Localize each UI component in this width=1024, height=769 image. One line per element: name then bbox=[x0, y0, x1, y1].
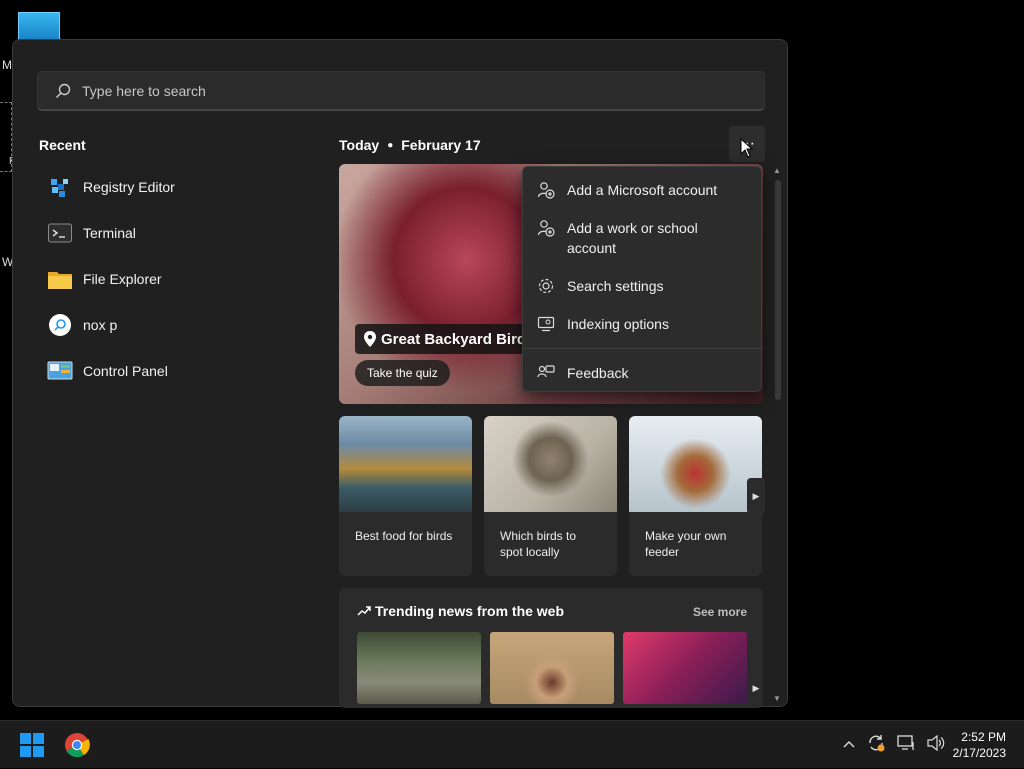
recent-item-file-explorer[interactable]: File Explorer bbox=[39, 256, 309, 302]
more-options-menu: Add a Microsoft account Add a work or sc… bbox=[522, 166, 762, 392]
today-date: February 17 bbox=[401, 137, 481, 153]
update-sync-icon[interactable] bbox=[866, 733, 886, 758]
folder-icon bbox=[47, 266, 73, 292]
clock-date: 2/17/2023 bbox=[952, 746, 1006, 760]
menu-item-label: Add a Microsoft account bbox=[567, 182, 718, 198]
recent-item-label: Terminal bbox=[83, 225, 136, 241]
trending-icon bbox=[357, 606, 371, 616]
card-caption: Which birds to spot locally bbox=[500, 529, 577, 559]
menu-item-label: Add a work or school account bbox=[567, 220, 698, 256]
taskbar: 2:52 PM 2/17/2023 bbox=[0, 720, 1024, 768]
recent-item-label: File Explorer bbox=[83, 271, 162, 287]
card-best-food[interactable]: Best food for birds bbox=[339, 416, 472, 576]
menu-item-label: Indexing options bbox=[567, 316, 669, 332]
indexing-icon bbox=[537, 316, 555, 332]
recent-item-nox-p[interactable]: nox p bbox=[39, 302, 309, 348]
system-tray bbox=[842, 721, 946, 769]
scroll-up-icon[interactable]: ▲ bbox=[773, 166, 781, 175]
windows-logo-icon bbox=[20, 733, 44, 757]
card-image bbox=[339, 416, 472, 512]
recent-list: Registry Editor Terminal File Explorer n… bbox=[39, 164, 309, 394]
card-caption: Best food for birds bbox=[355, 529, 453, 543]
scroll-down-icon[interactable]: ▼ bbox=[773, 694, 781, 703]
today-label: Today bbox=[339, 137, 380, 153]
add-account-icon bbox=[537, 182, 555, 199]
chrome-taskbar-button[interactable] bbox=[59, 727, 95, 763]
menu-add-microsoft-account[interactable]: Add a Microsoft account bbox=[523, 171, 761, 209]
menu-search-settings[interactable]: Search settings bbox=[523, 267, 761, 305]
recent-heading: Recent bbox=[39, 137, 86, 153]
menu-item-label: Feedback bbox=[567, 365, 629, 381]
chrome-icon bbox=[65, 733, 90, 758]
hero-title-chip[interactable]: Great Backyard Bird C bbox=[355, 324, 550, 354]
chevron-right-icon: ▶ bbox=[752, 682, 760, 693]
news-thumbnail[interactable] bbox=[490, 632, 614, 704]
add-account-icon bbox=[537, 220, 555, 237]
recent-item-label: Control Panel bbox=[83, 363, 168, 379]
registry-editor-icon bbox=[47, 174, 73, 200]
search-history-icon bbox=[47, 312, 73, 338]
clock-time: 2:52 PM bbox=[961, 730, 1006, 744]
network-icon[interactable] bbox=[896, 734, 916, 757]
recent-item-label: nox p bbox=[83, 317, 118, 333]
location-pin-icon bbox=[364, 331, 376, 347]
news-thumbnail[interactable] bbox=[357, 632, 481, 704]
start-button[interactable] bbox=[14, 727, 50, 763]
card-make-feeder[interactable]: Make your own feeder bbox=[629, 416, 762, 576]
menu-item-label: Search settings bbox=[567, 278, 664, 294]
separator-dot: ● bbox=[387, 139, 394, 151]
trending-title: Trending news from the web bbox=[375, 603, 565, 619]
see-more-link[interactable]: See more bbox=[693, 605, 747, 619]
recent-item-label: Registry Editor bbox=[83, 179, 175, 195]
card-which-birds[interactable]: Which birds to spot locally bbox=[484, 416, 617, 576]
search-icon bbox=[56, 83, 71, 98]
menu-indexing-options[interactable]: Indexing options bbox=[523, 305, 761, 343]
gear-icon bbox=[538, 278, 554, 294]
trending-section: Trending news from the web See more bbox=[339, 588, 763, 708]
menu-add-work-account[interactable]: Add a work or school account bbox=[523, 209, 761, 267]
trending-thumbnails bbox=[357, 632, 747, 704]
desktop-label-fragment: M bbox=[2, 58, 12, 72]
take-quiz-button[interactable]: Take the quiz bbox=[355, 360, 450, 386]
search-box[interactable] bbox=[37, 71, 765, 111]
trending-heading: Trending news from the web bbox=[357, 603, 564, 619]
feedback-icon bbox=[537, 365, 555, 378]
card-image bbox=[629, 416, 762, 512]
chevron-right-icon: ▶ bbox=[752, 490, 760, 501]
terminal-icon bbox=[47, 220, 73, 246]
scrollbar[interactable]: ▲ ▼ bbox=[773, 166, 781, 706]
news-thumbnail[interactable] bbox=[623, 632, 747, 704]
clock[interactable]: 2:52 PM 2/17/2023 bbox=[953, 729, 1006, 761]
scrollbar-thumb[interactable] bbox=[775, 180, 781, 400]
mouse-cursor bbox=[740, 138, 754, 158]
today-header: Today ● February 17 bbox=[339, 137, 481, 153]
search-input[interactable] bbox=[82, 82, 682, 99]
control-panel-icon bbox=[47, 358, 73, 384]
recent-item-registry-editor[interactable]: Registry Editor bbox=[39, 164, 309, 210]
recent-item-control-panel[interactable]: Control Panel bbox=[39, 348, 309, 394]
menu-feedback[interactable]: Feedback bbox=[523, 354, 761, 392]
menu-separator bbox=[523, 348, 761, 349]
card-image bbox=[484, 416, 617, 512]
recent-item-terminal[interactable]: Terminal bbox=[39, 210, 309, 256]
card-row: Best food for birds Which birds to spot … bbox=[339, 416, 762, 576]
trending-next-button[interactable]: ▶ bbox=[747, 670, 765, 706]
cards-next-button[interactable]: ▶ bbox=[747, 478, 765, 514]
hero-title: Great Backyard Bird C bbox=[381, 330, 542, 348]
card-caption: Make your own feeder bbox=[645, 529, 727, 559]
desktop-icon[interactable] bbox=[18, 12, 60, 40]
volume-icon[interactable] bbox=[926, 734, 946, 757]
chevron-up-icon[interactable] bbox=[842, 738, 856, 752]
